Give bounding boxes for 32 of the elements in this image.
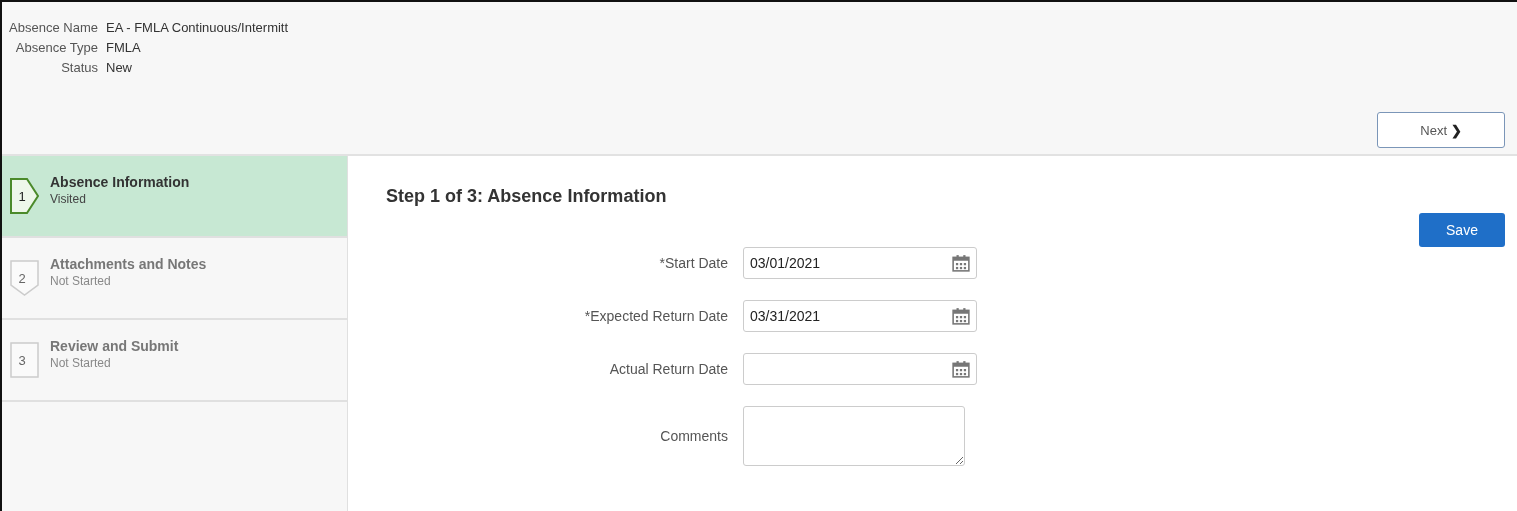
calendar-icon [952,307,970,325]
page-title: Step 1 of 3: Absence Information [386,186,668,207]
step-number-icon: 2 [10,259,40,297]
field-value: EA - FMLA Continuous/Intermitt [106,19,289,37]
step-item[interactable]: 3 Review and Submit Not Started [2,320,347,402]
date-field[interactable] [743,353,977,385]
field-label: Absence Type [14,39,98,57]
field-label: Comments [659,428,728,444]
step-number-icon: 3 [10,341,40,379]
next-button[interactable]: Next ❯ [1377,112,1505,148]
step-title: Review and Submit [50,338,179,354]
calendar-icon [952,254,970,272]
field-label: Status [60,59,98,77]
step-item[interactable]: 2 Attachments and Notes Not Started [2,238,347,320]
calendar-icon [952,360,970,378]
field-value: New [106,59,132,77]
step-number-icon: 1 [10,177,40,215]
step-item[interactable]: 1 Absence Information Visited [2,156,347,238]
field-label: *Start Date [658,255,728,271]
date-field[interactable]: 03/31/2021 [743,300,977,332]
comments-field[interactable] [743,406,965,466]
field-value: FMLA [106,39,141,57]
field-label: Absence Name [8,19,98,37]
save-button[interactable]: Save [1419,213,1505,247]
field-label: Actual Return Date [608,361,728,377]
step-status: Visited [50,192,87,206]
field-label: *Expected Return Date [583,308,728,324]
date-field[interactable]: 03/01/2021 [743,247,977,279]
step-title: Attachments and Notes [50,256,207,272]
step-status: Not Started [50,356,112,370]
step-title: Absence Information [50,174,190,190]
step-status: Not Started [50,274,112,288]
